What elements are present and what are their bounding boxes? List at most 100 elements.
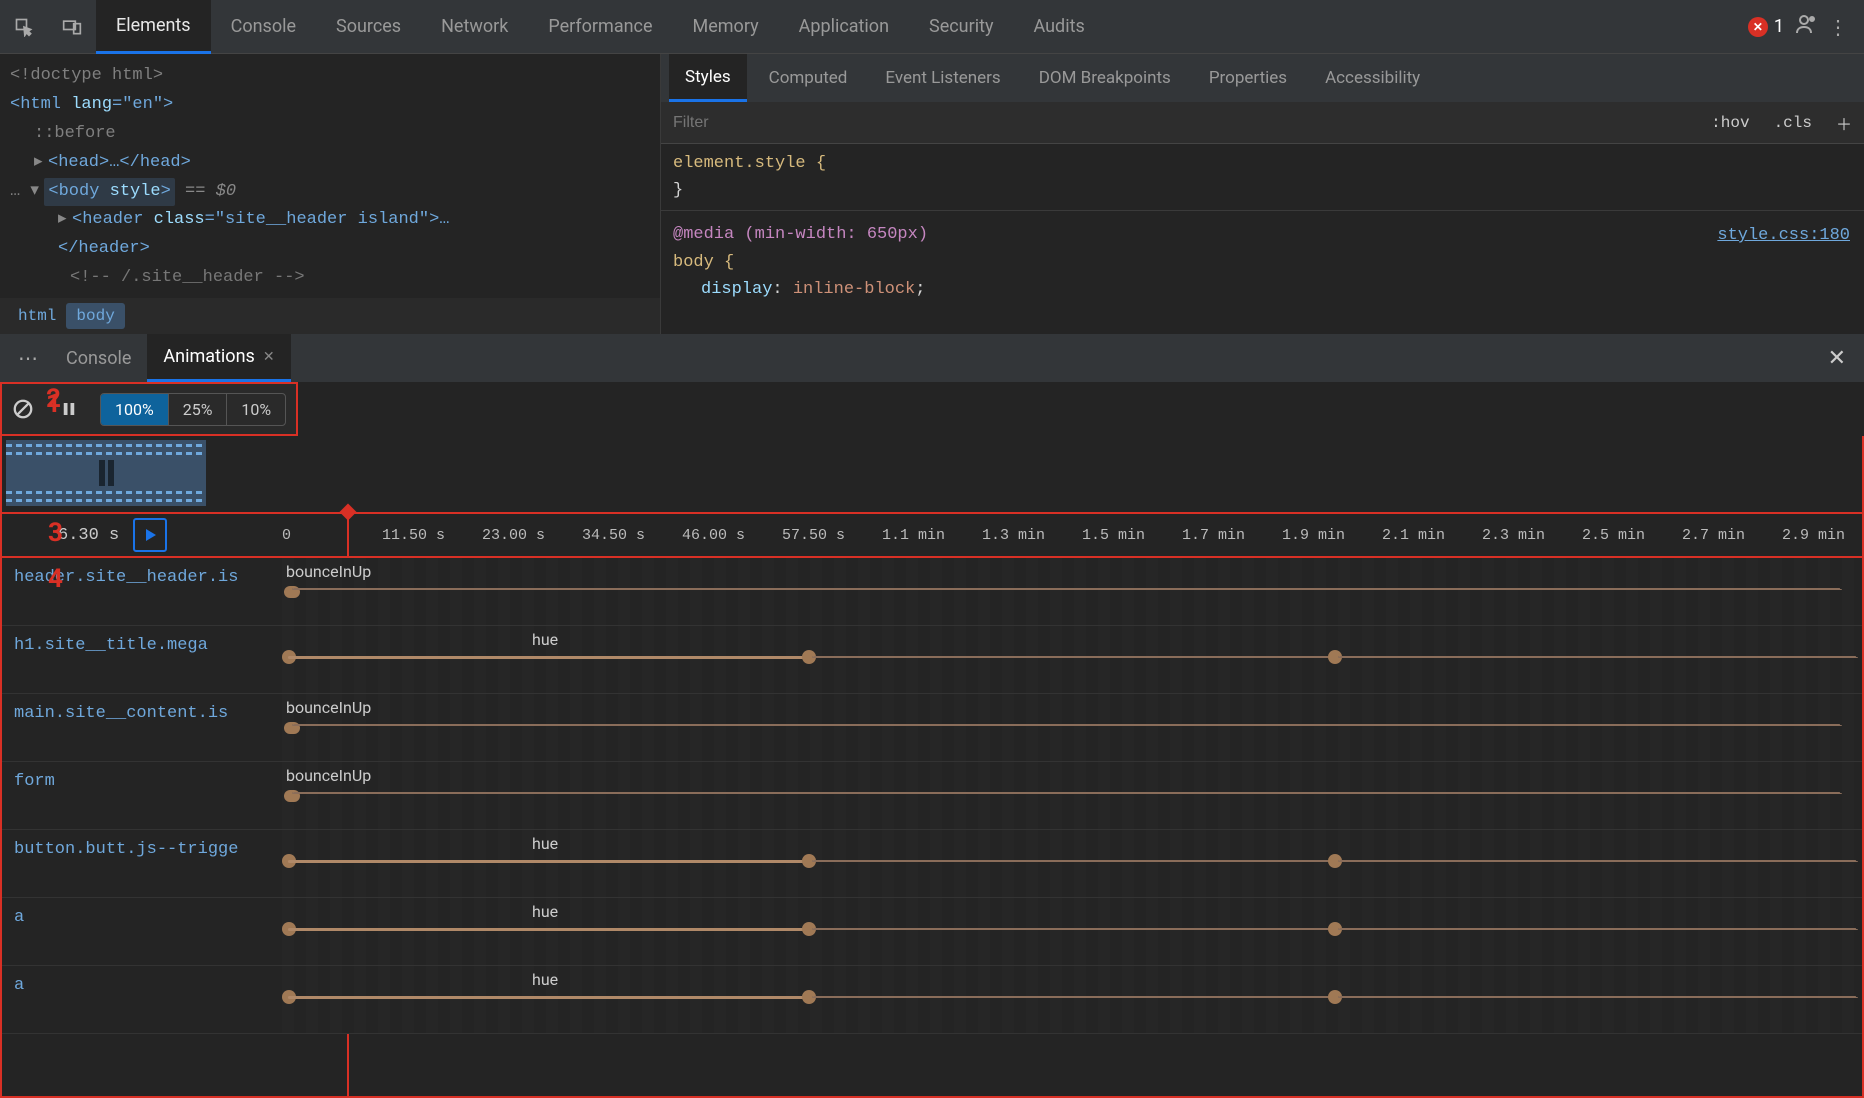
time-tick: 1.5 min: [1082, 527, 1145, 544]
dom-header-close: </header>: [58, 239, 150, 258]
animation-bar[interactable]: [288, 656, 808, 659]
tab-security[interactable]: Security: [909, 0, 1013, 54]
dom-tree[interactable]: <!doctype html> <html lang="en"> ::befor…: [0, 54, 660, 298]
rule-media: @media (min-width: 650px): [673, 225, 928, 244]
speed-10[interactable]: 10%: [227, 394, 285, 425]
track-row[interactable]: ahue: [2, 898, 1862, 966]
play-button[interactable]: [133, 518, 167, 552]
time-tick: 2.5 min: [1582, 527, 1645, 544]
expand-icon[interactable]: ▸: [34, 149, 48, 178]
expand-icon[interactable]: ▸: [58, 206, 72, 235]
iteration-bar: [292, 724, 1842, 726]
breadcrumb: html body: [0, 298, 660, 334]
dom-attr: lang: [71, 95, 112, 114]
styles-tab-accessibility[interactable]: Accessibility: [1309, 54, 1436, 102]
time-tick: 57.50 s: [782, 527, 845, 544]
track-row[interactable]: header.site__header.isbounceInUp: [2, 558, 1862, 626]
track-lane[interactable]: hue: [282, 966, 1862, 1033]
drawer-tab-animations[interactable]: Animations✕: [147, 334, 290, 382]
drawer-close-icon[interactable]: ✕: [1828, 346, 1846, 371]
track-lane[interactable]: bounceInUp: [282, 762, 1862, 829]
track-row[interactable]: formbounceInUp: [2, 762, 1862, 830]
tab-console[interactable]: Console: [211, 0, 316, 54]
animation-name-label: hue: [532, 630, 558, 649]
dom-sel-eq: ==: [175, 182, 216, 201]
time-tick: 34.50 s: [582, 527, 645, 544]
breadcrumb-body[interactable]: body: [66, 303, 124, 329]
breadcrumb-html[interactable]: html: [8, 303, 66, 329]
pause-button[interactable]: [60, 400, 78, 418]
track-lane[interactable]: hue: [282, 626, 1862, 693]
styles-tab-computed[interactable]: Computed: [753, 54, 864, 102]
styles-filter-input[interactable]: [661, 114, 1699, 132]
time-tick: 2.7 min: [1682, 527, 1745, 544]
close-icon[interactable]: ✕: [263, 349, 275, 365]
play-icon: [146, 529, 156, 541]
dom-header-open: <header: [72, 210, 154, 229]
track-lane[interactable]: hue: [282, 830, 1862, 897]
tab-elements[interactable]: Elements: [96, 0, 211, 54]
tab-application[interactable]: Application: [779, 0, 909, 54]
clear-button[interactable]: [12, 398, 34, 420]
feedback-icon[interactable]: [1794, 13, 1818, 41]
tab-sources[interactable]: Sources: [316, 0, 421, 54]
track-lane[interactable]: bounceInUp: [282, 558, 1862, 625]
dom-body-open: <body: [48, 182, 109, 201]
styles-tab-properties[interactable]: Properties: [1193, 54, 1303, 102]
animation-name-label: hue: [532, 834, 558, 853]
tab-network[interactable]: Network: [421, 0, 528, 54]
iteration-bar: [292, 792, 1842, 794]
animation-group-thumb[interactable]: [6, 440, 206, 506]
collapse-icon[interactable]: ▾: [30, 178, 44, 207]
inspect-icon[interactable]: [4, 7, 44, 47]
track-lane[interactable]: hue: [282, 898, 1862, 965]
drawer-more-icon[interactable]: ⋯: [8, 346, 50, 370]
drawer-tab-console[interactable]: Console: [50, 334, 147, 382]
animation-name-label: bounceInUp: [286, 766, 371, 785]
dom-body-close: >: [161, 182, 171, 201]
annotation-2: 2: [46, 384, 61, 414]
iteration-bar: [292, 588, 1842, 590]
source-link[interactable]: style.css:180: [1717, 222, 1850, 249]
cls-toggle[interactable]: .cls: [1762, 114, 1824, 132]
animation-name-label: hue: [532, 970, 558, 989]
annotation-4: 4: [48, 564, 63, 594]
tab-memory[interactable]: Memory: [673, 0, 779, 54]
track-row[interactable]: ahue: [2, 966, 1862, 1034]
animation-bar[interactable]: [288, 860, 808, 863]
time-ruler[interactable]: 011.50 s23.00 s34.50 s46.00 s57.50 s1.1 …: [282, 514, 1862, 556]
speed-100[interactable]: 100%: [101, 394, 169, 425]
iteration-bar: [1338, 996, 1858, 998]
track-row[interactable]: button.butt.js--triggehue: [2, 830, 1862, 898]
hov-toggle[interactable]: :hov: [1699, 114, 1761, 132]
dom-head: <head>…</head>: [48, 153, 191, 172]
styles-tab-styles[interactable]: Styles: [669, 54, 747, 102]
time-tick: 2.1 min: [1382, 527, 1445, 544]
error-icon: ✕: [1748, 17, 1768, 37]
dom-attr: class: [154, 210, 205, 229]
track-row[interactable]: h1.site__title.megahue: [2, 626, 1862, 694]
track-row[interactable]: main.site__content.isbounceInUp: [2, 694, 1862, 762]
new-rule-button[interactable]: ＋: [1824, 111, 1864, 135]
animation-bar[interactable]: [288, 996, 808, 999]
time-tick: 1.1 min: [882, 527, 945, 544]
device-toggle-icon[interactable]: [52, 7, 92, 47]
more-icon[interactable]: ⋮: [1828, 15, 1848, 39]
time-tick: 2.3 min: [1482, 527, 1545, 544]
iteration-bar: [1338, 860, 1858, 862]
tab-audits[interactable]: Audits: [1013, 0, 1104, 54]
styles-tab-event-listeners[interactable]: Event Listeners: [869, 54, 1016, 102]
track-lane[interactable]: bounceInUp: [282, 694, 1862, 761]
rule-prop: display: [701, 280, 772, 299]
animation-bar[interactable]: [288, 928, 808, 931]
animation-overview[interactable]: 2: [0, 436, 1864, 514]
error-indicator[interactable]: ✕ 1: [1748, 16, 1784, 37]
rule-value: inline-block: [793, 280, 915, 299]
styles-tab-dom-breakpoints[interactable]: DOM Breakpoints: [1023, 54, 1187, 102]
timeline-header[interactable]: 3 6.30 s 011.50 s23.00 s34.50 s46.00 s57…: [0, 514, 1864, 558]
speed-25[interactable]: 25%: [169, 394, 228, 425]
tab-performance[interactable]: Performance: [528, 0, 672, 54]
animation-name-label: bounceInUp: [286, 698, 371, 717]
styles-rules[interactable]: element.style { } @media (min-width: 650…: [661, 144, 1864, 334]
error-count: 1: [1774, 16, 1784, 37]
